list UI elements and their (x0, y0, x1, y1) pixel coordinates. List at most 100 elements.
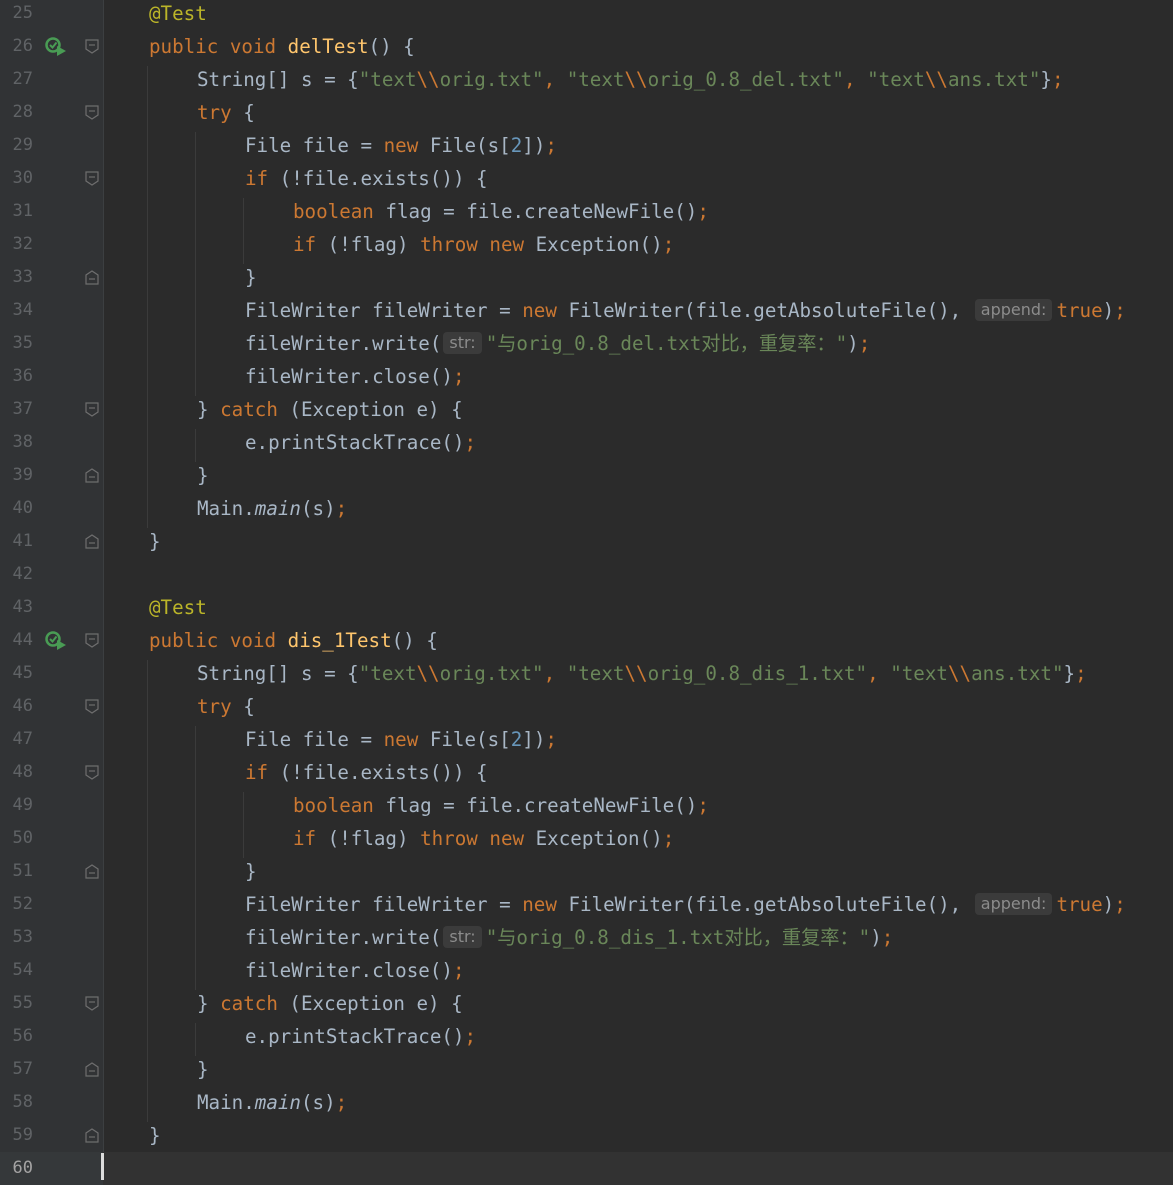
editor-line[interactable]: 40 (0, 492, 1173, 525)
line-gutter[interactable]: 36 (0, 360, 103, 393)
line-gutter[interactable]: 47 (0, 723, 103, 756)
line-gutter[interactable]: 37 (0, 393, 103, 426)
fold-close-icon[interactable] (85, 1062, 99, 1077)
line-gutter[interactable]: 38 (0, 426, 103, 459)
editor-line[interactable]: 42 (0, 558, 1173, 591)
code-line-27[interactable]: String[] s = {"text\\orig.txt", "text\\o… (197, 63, 1064, 96)
line-gutter[interactable]: 29 (0, 129, 103, 162)
code-line-59[interactable]: } (149, 1119, 161, 1152)
line-gutter[interactable]: 56 (0, 1020, 103, 1053)
line-gutter[interactable]: 57 (0, 1053, 103, 1086)
fold-open-icon[interactable] (85, 699, 99, 714)
code-line-53[interactable]: fileWriter.write(str: "与orig_0.8_dis_1.tx… (245, 921, 893, 954)
line-gutter[interactable]: 49 (0, 789, 103, 822)
editor-line[interactable]: 46 (0, 690, 1173, 723)
code-line-30[interactable]: if (!file.exists()) { (245, 162, 488, 195)
fold-open-icon[interactable] (85, 105, 99, 120)
code-line-33[interactable]: } (245, 261, 257, 294)
line-gutter[interactable]: 41 (0, 525, 103, 558)
editor-line[interactable]: 51 (0, 855, 1173, 888)
fold-open-icon[interactable] (85, 765, 99, 780)
line-gutter[interactable]: 34 (0, 294, 103, 327)
code-line-34[interactable]: FileWriter fileWriter = new FileWriter(f… (245, 294, 1126, 327)
line-gutter[interactable]: 53 (0, 921, 103, 954)
editor-line[interactable]: 60 (0, 1152, 1173, 1185)
code-line-41[interactable]: } (149, 525, 161, 558)
line-gutter[interactable]: 43 (0, 591, 103, 624)
code-line-39[interactable]: } (197, 459, 209, 492)
code-line-54[interactable]: fileWriter.close(); (245, 954, 465, 987)
code-line-32[interactable]: if (!flag) throw new Exception(); (293, 228, 674, 261)
editor-line[interactable]: 57 (0, 1053, 1173, 1086)
code-line-52[interactable]: FileWriter fileWriter = new FileWriter(f… (245, 888, 1126, 921)
code-editor[interactable]: 25 26 27 28 29 30 31 32 33 34 35 36 37 38 39 40 41 42 43 44… (0, 0, 1173, 1185)
line-gutter[interactable]: 58 (0, 1086, 103, 1119)
fold-open-icon[interactable] (85, 996, 99, 1011)
editor-line[interactable]: 55 (0, 987, 1173, 1020)
line-gutter[interactable]: 40 (0, 492, 103, 525)
code-line-46[interactable]: try { (197, 690, 255, 723)
run-test-icon[interactable] (45, 631, 67, 651)
line-gutter[interactable]: 55 (0, 987, 103, 1020)
line-gutter[interactable]: 28 (0, 96, 103, 129)
code-line-50[interactable]: if (!flag) throw new Exception(); (293, 822, 674, 855)
editor-line[interactable]: 33 (0, 261, 1173, 294)
editor-line[interactable]: 30 (0, 162, 1173, 195)
code-line-57[interactable]: } (197, 1053, 209, 1086)
fold-open-icon[interactable] (85, 402, 99, 417)
editor-line[interactable]: 48 (0, 756, 1173, 789)
editor-line[interactable]: 54 (0, 954, 1173, 987)
line-gutter[interactable]: 35 (0, 327, 103, 360)
editor-line[interactable]: 56 (0, 1020, 1173, 1053)
line-gutter[interactable]: 25 (0, 0, 103, 30)
code-line-56[interactable]: e.printStackTrace(); (245, 1020, 476, 1053)
code-line-37[interactable]: } catch (Exception e) { (197, 393, 463, 426)
editor-line[interactable]: 58 (0, 1086, 1173, 1119)
line-gutter[interactable]: 46 (0, 690, 103, 723)
code-line-47[interactable]: File file = new File(s[2]); (245, 723, 557, 756)
code-line-58[interactable]: Main.main(s); (197, 1086, 347, 1119)
line-gutter[interactable]: 51 (0, 855, 103, 888)
run-test-icon[interactable] (45, 37, 67, 57)
code-line-26[interactable]: public void delTest() { (149, 30, 415, 63)
editor-line[interactable]: 47 (0, 723, 1173, 756)
fold-close-icon[interactable] (85, 534, 99, 549)
line-gutter[interactable]: 31 (0, 195, 103, 228)
code-line-49[interactable]: boolean flag = file.createNewFile(); (293, 789, 709, 822)
line-gutter[interactable]: 26 (0, 30, 103, 63)
line-gutter[interactable]: 39 (0, 459, 103, 492)
code-line-40[interactable]: Main.main(s); (197, 492, 347, 525)
code-line-35[interactable]: fileWriter.write(str: "与orig_0.8_del.txt对… (245, 327, 870, 360)
line-gutter[interactable]: 30 (0, 162, 103, 195)
code-line-48[interactable]: if (!file.exists()) { (245, 756, 488, 789)
line-gutter[interactable]: 52 (0, 888, 103, 921)
fold-open-icon[interactable] (85, 171, 99, 186)
code-line-51[interactable]: } (245, 855, 257, 888)
line-gutter[interactable]: 50 (0, 822, 103, 855)
code-line-29[interactable]: File file = new File(s[2]); (245, 129, 557, 162)
code-line-43[interactable]: @Test (149, 591, 207, 624)
line-gutter[interactable]: 54 (0, 954, 103, 987)
line-gutter[interactable]: 45 (0, 657, 103, 690)
code-line-25[interactable]: @Test (149, 0, 207, 30)
line-gutter[interactable]: 44 (0, 624, 103, 657)
editor-line[interactable]: 28 (0, 96, 1173, 129)
editor-line[interactable]: 36 (0, 360, 1173, 393)
editor-line[interactable]: 29 (0, 129, 1173, 162)
line-gutter[interactable]: 60 (0, 1152, 103, 1185)
code-line-44[interactable]: public void dis_1Test() { (149, 624, 438, 657)
fold-close-icon[interactable] (85, 1128, 99, 1143)
fold-close-icon[interactable] (85, 864, 99, 879)
code-line-55[interactable]: } catch (Exception e) { (197, 987, 463, 1020)
line-gutter[interactable]: 42 (0, 558, 103, 591)
editor-line[interactable]: 38 (0, 426, 1173, 459)
line-gutter[interactable]: 59 (0, 1119, 103, 1152)
line-gutter[interactable]: 48 (0, 756, 103, 789)
editor-line[interactable]: 59 (0, 1119, 1173, 1152)
code-line-31[interactable]: boolean flag = file.createNewFile(); (293, 195, 709, 228)
code-line-36[interactable]: fileWriter.close(); (245, 360, 465, 393)
fold-close-icon[interactable] (85, 270, 99, 285)
editor-line[interactable]: 37 (0, 393, 1173, 426)
line-gutter[interactable]: 27 (0, 63, 103, 96)
fold-open-icon[interactable] (85, 39, 99, 54)
